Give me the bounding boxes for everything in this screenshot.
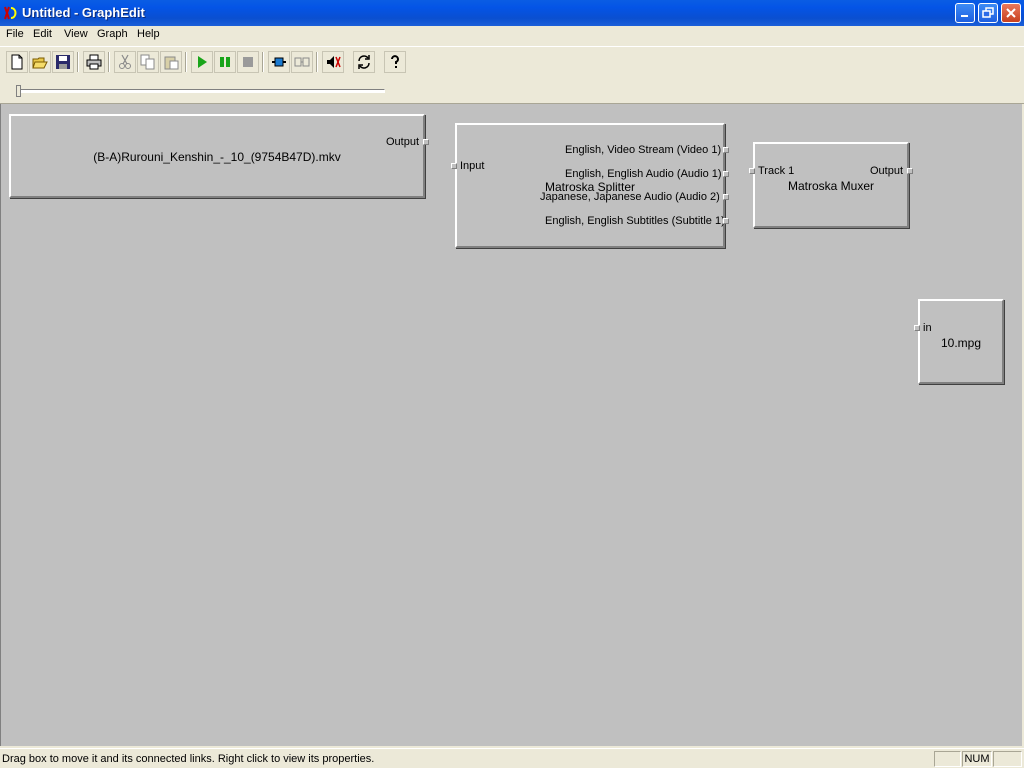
refresh-icon xyxy=(358,55,370,69)
muxer-track1-pin-label: Track 1 xyxy=(758,165,795,177)
cut-button[interactable] xyxy=(114,51,136,73)
splitter-input-pin-label: Input xyxy=(460,160,485,172)
menu-view[interactable]: View xyxy=(64,28,88,40)
pause-button[interactable] xyxy=(214,51,236,73)
open-folder-icon xyxy=(32,57,48,69)
splitter-input-pin[interactable] xyxy=(451,163,457,169)
writer-input-pin-label: in xyxy=(923,322,932,334)
status-panel-scroll xyxy=(993,751,1022,767)
menu-help[interactable]: Help xyxy=(137,28,160,40)
muxer-output-pin-label: Output xyxy=(870,165,904,177)
muxer-filter-name: Matroska Muxer xyxy=(787,179,875,193)
splitter-video-output-pin[interactable] xyxy=(723,147,729,153)
source-output-pin-label: Output xyxy=(386,136,420,148)
toolbar-separator xyxy=(185,52,187,72)
window-title: Untitled - GraphEdit xyxy=(22,5,145,20)
splitter-subtitle-pin-label: English, English Subtitles (Subtitle 1) xyxy=(545,215,725,227)
stop-icon xyxy=(243,57,253,67)
toolbar-separator xyxy=(77,52,79,72)
close-button[interactable] xyxy=(1001,3,1021,23)
toolbar-separator xyxy=(262,52,264,72)
writer-filter-name: 10.mpg xyxy=(940,336,982,350)
paste-icon xyxy=(164,56,179,70)
writer-input-pin[interactable] xyxy=(914,325,920,331)
seek-slider-thumb[interactable] xyxy=(16,85,21,97)
print-icon xyxy=(86,54,102,70)
open-button[interactable] xyxy=(29,51,51,73)
menu-graph[interactable]: Graph xyxy=(97,28,128,40)
help-icon xyxy=(391,55,399,68)
restore-button[interactable] xyxy=(978,3,998,23)
save-button[interactable] xyxy=(52,51,74,73)
frame-step-button[interactable] xyxy=(291,51,313,73)
copy-icon xyxy=(140,54,155,70)
new-file-icon xyxy=(11,54,23,70)
status-bar: Drag box to move it and its connected li… xyxy=(0,748,1024,768)
splitter-audio2-output-pin[interactable] xyxy=(723,194,729,200)
sync-clock-button[interactable] xyxy=(322,51,344,73)
splitter-audio1-pin-label: English, English Audio (Audio 1) xyxy=(565,168,722,180)
toolbar xyxy=(0,46,1024,76)
minimize-button[interactable] xyxy=(955,3,975,23)
muxer-output-pin[interactable] xyxy=(907,168,913,174)
splitter-subtitle-output-pin[interactable] xyxy=(723,218,729,224)
menu-edit[interactable]: Edit xyxy=(33,28,52,40)
status-message: Drag box to move it and its connected li… xyxy=(2,753,375,765)
sync-icon xyxy=(327,56,341,68)
toolbar-separator xyxy=(108,52,110,72)
menu-bar: File Edit View Graph Help xyxy=(0,26,1024,44)
paste-button[interactable] xyxy=(160,51,182,73)
seek-slider-track[interactable] xyxy=(17,89,385,93)
status-panel-num: NUM xyxy=(962,751,992,767)
toolbar-separator xyxy=(316,52,318,72)
source-filter-name: (B-A)Rurouni_Kenshin_-_10_(9754B47D).mkv xyxy=(93,150,341,164)
status-panel-caps xyxy=(934,751,961,767)
menu-file[interactable]: File xyxy=(6,28,24,40)
frame-step-icon xyxy=(294,57,310,67)
copy-button[interactable] xyxy=(137,51,159,73)
new-button[interactable] xyxy=(6,51,28,73)
splitter-audio2-pin-label: Japanese, Japanese Audio (Audio 2) xyxy=(540,191,720,203)
splitter-audio1-output-pin[interactable] xyxy=(723,171,729,177)
graphedit-app-icon[interactable] xyxy=(3,5,19,21)
muxer-track1-input-pin[interactable] xyxy=(749,168,755,174)
title-bar: Untitled - GraphEdit xyxy=(0,0,1024,26)
play-icon xyxy=(198,56,207,68)
pause-icon xyxy=(220,57,230,67)
source-output-pin[interactable] xyxy=(423,139,429,145)
cut-icon xyxy=(119,54,131,69)
refresh-button[interactable] xyxy=(353,51,375,73)
play-button[interactable] xyxy=(191,51,213,73)
splitter-video-pin-label: English, Video Stream (Video 1) xyxy=(565,144,722,156)
stop-button[interactable] xyxy=(237,51,259,73)
help-button[interactable] xyxy=(384,51,406,73)
seek-button[interactable] xyxy=(268,51,290,73)
save-disk-icon xyxy=(56,55,70,69)
seek-icon xyxy=(272,57,286,67)
print-button[interactable] xyxy=(83,51,105,73)
